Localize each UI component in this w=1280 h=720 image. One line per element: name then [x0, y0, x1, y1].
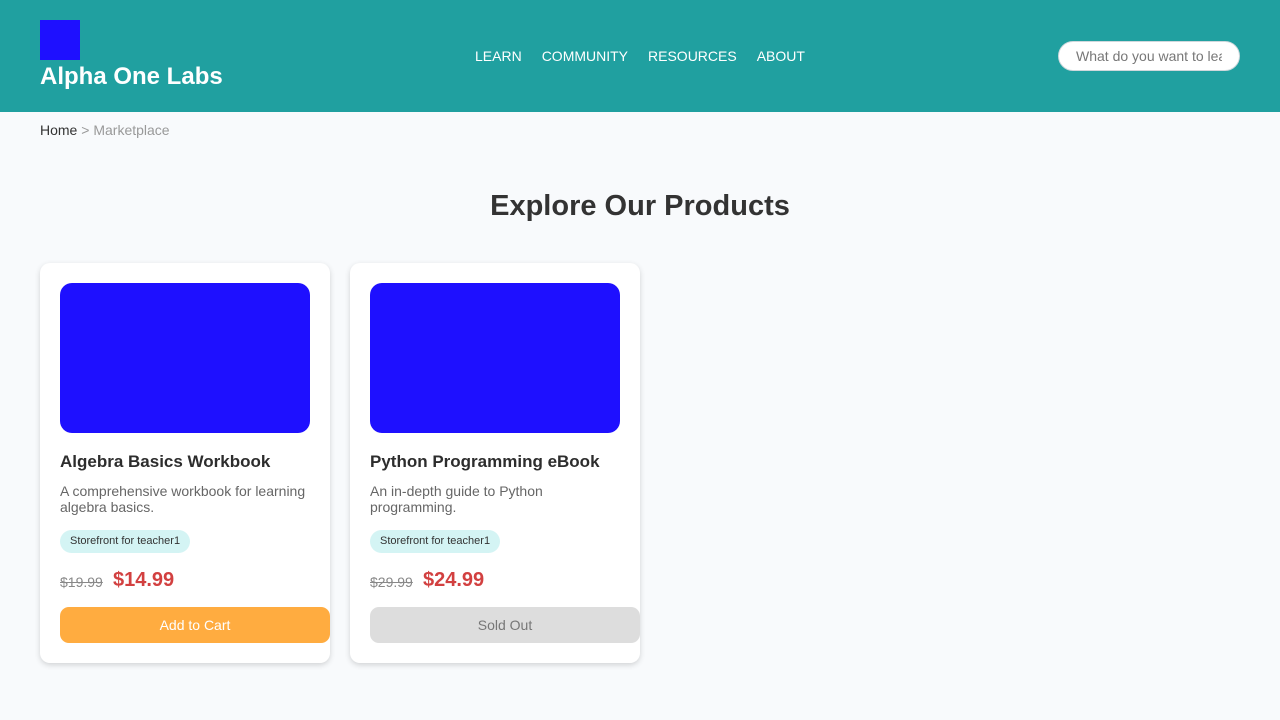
site-header: Alpha One Labs LEARN COMMUNITY RESOURCES…: [0, 0, 1280, 112]
sale-price: $24.99: [423, 569, 485, 591]
product-card: Python Programming eBook An in-depth gui…: [350, 263, 640, 663]
main-nav: LEARN COMMUNITY RESOURCES ABOUT: [475, 47, 805, 65]
original-price: $19.99: [60, 574, 103, 590]
product-image[interactable]: [370, 283, 620, 433]
brand-name[interactable]: Alpha One Labs: [40, 63, 223, 91]
breadcrumb: Home > Marketplace: [40, 122, 170, 138]
product-description: An in-depth guide to Python programming.: [370, 483, 543, 515]
original-price: $29.99: [370, 574, 413, 590]
product-image[interactable]: [60, 283, 310, 433]
store-badge[interactable]: Storefront for teacher1: [370, 530, 501, 553]
breadcrumb-separator: >: [81, 122, 90, 138]
page-title: Explore Our Products: [490, 190, 790, 222]
store-badge[interactable]: Storefront for teacher1: [60, 530, 191, 553]
logo-icon[interactable]: [40, 20, 80, 60]
search-input[interactable]: [1058, 41, 1240, 71]
product-description: A comprehensive workbook for learning al…: [60, 483, 306, 515]
nav-resources[interactable]: RESOURCES: [648, 47, 737, 65]
add-to-cart-button[interactable]: Add to Cart: [60, 607, 330, 643]
product-title[interactable]: Algebra Basics Workbook: [60, 452, 320, 472]
product-card: Algebra Basics Workbook A comprehensive …: [40, 263, 330, 663]
breadcrumb-current: Marketplace: [93, 122, 170, 138]
nav-community[interactable]: COMMUNITY: [542, 47, 628, 65]
nav-about[interactable]: ABOUT: [757, 47, 805, 65]
nav-learn[interactable]: LEARN: [475, 47, 522, 65]
product-title[interactable]: Python Programming eBook: [370, 452, 630, 472]
sale-price: $14.99: [113, 569, 175, 591]
sold-out-button: Sold Out: [370, 607, 640, 643]
breadcrumb-home[interactable]: Home: [40, 122, 77, 138]
